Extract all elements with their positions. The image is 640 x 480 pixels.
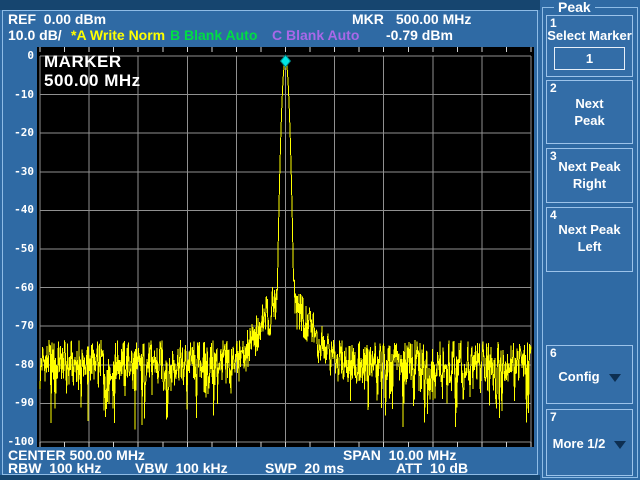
selected-marker-value[interactable]: 1 (554, 47, 625, 70)
softkey-menu-title: Peak (554, 0, 595, 14)
marker-annotation: MARKER 500.00 MHz (44, 52, 141, 90)
ref-level-readout: REF 0.00 dBm (8, 12, 106, 27)
y-axis-tick-label: -30 (0, 166, 34, 178)
ref-label: REF (8, 11, 36, 27)
trace-a-status: *A Write Norm (71, 28, 165, 43)
softkey-select-marker[interactable]: 1 Select Marker 1 (546, 15, 633, 77)
spectrum-graticule (37, 47, 534, 447)
attenuation-readout: ATT 10 dB (396, 461, 468, 475)
y-axis-tick-label: -80 (0, 359, 34, 371)
y-axis-tick-label: -10 (0, 89, 34, 101)
y-axis-tick-label: -70 (0, 320, 34, 332)
softkey-number: 7 (550, 411, 557, 424)
softkey-label: Right (547, 175, 632, 192)
sweep-time-readout: SWP 20 ms (265, 461, 344, 475)
marker-annotation-title: MARKER (44, 52, 141, 71)
marker-amplitude-readout: -0.79 dBm (386, 28, 453, 43)
softkey-label: More 1/2 (553, 436, 606, 451)
softkey-number: 1 (550, 17, 557, 30)
softkey-number: 3 (550, 150, 557, 163)
marker-diamond-icon (281, 55, 291, 67)
vbw-readout: VBW 100 kHz (135, 461, 228, 475)
softkey-label: Next Peak (547, 221, 632, 238)
softkey-number: 6 (550, 347, 557, 360)
y-axis-tick-label: 0 (0, 50, 34, 62)
softkey-menu: Peak 1 Select Marker 1 2 Next Peak 3 Nex… (540, 0, 640, 480)
softkey-number: 2 (550, 82, 557, 95)
softkey-next-peak-left[interactable]: 4 Next Peak Left (546, 207, 633, 272)
dropdown-arrow-icon (614, 441, 626, 449)
y-axis-tick-label: -90 (0, 397, 34, 409)
y-axis-tick-label: -40 (0, 204, 34, 216)
mkr-label: MKR (352, 11, 384, 27)
rbw-readout: RBW 100 kHz (8, 461, 101, 475)
softkey-label: Next (547, 95, 632, 112)
y-axis-tick-label: -60 (0, 282, 34, 294)
softkey-next-peak[interactable]: 2 Next Peak (546, 80, 633, 144)
softkey-label: Config (558, 369, 599, 384)
top-dark-strip (0, 0, 540, 10)
mkr-frequency: 500.00 MHz (396, 11, 471, 27)
spectrum-trace-svg (37, 47, 534, 447)
marker-frequency-readout: MKR 500.00 MHz (352, 12, 471, 27)
trace-c-status: C Blank Auto (272, 28, 359, 43)
softkey-label: Left (547, 238, 632, 255)
ref-value: 0.00 dBm (44, 11, 106, 27)
softkey-label: Peak (547, 112, 632, 129)
y-axis-tick-label: -50 (0, 243, 34, 255)
y-axis-tick-label: -20 (0, 127, 34, 139)
softkey-config[interactable]: 6 Config (546, 345, 633, 404)
trace-b-status: B Blank Auto (170, 28, 257, 43)
dropdown-arrow-icon (609, 374, 621, 382)
softkey-label: Select Marker (547, 27, 632, 44)
softkey-next-peak-right[interactable]: 3 Next Peak Right (546, 148, 633, 203)
marker-annotation-freq: 500.00 MHz (44, 71, 141, 90)
softkey-more[interactable]: 7 More 1/2 (546, 409, 633, 476)
softkey-label: Next Peak (547, 158, 632, 175)
scale-readout: 10.0 dB/ (8, 28, 62, 43)
softkey-number: 4 (550, 209, 557, 222)
